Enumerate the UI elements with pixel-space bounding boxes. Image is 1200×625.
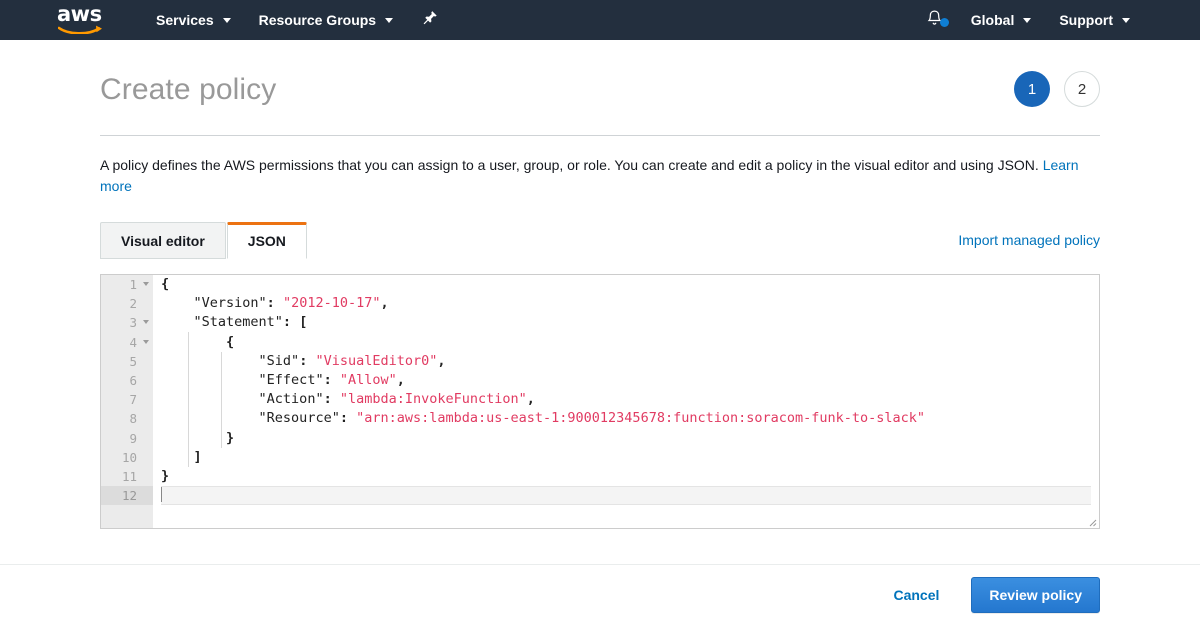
editor-code-line: ]: [161, 448, 1099, 467]
json-token: "Version": [193, 295, 267, 312]
json-token: {: [226, 333, 235, 350]
notifications-button[interactable]: [912, 9, 957, 32]
json-token: {: [161, 276, 170, 292]
json-token: :: [282, 314, 300, 331]
chevron-down-icon: [222, 17, 231, 23]
editor-line-number-gutter: 1 2 3 4 5 6 7 8 9 10 11 12: [101, 275, 153, 528]
nav-left-group: aws Services Resource Groups: [0, 0, 454, 40]
editor-code-line: {: [161, 275, 1099, 294]
policy-description-text: A policy defines the AWS permissions tha…: [100, 157, 1043, 173]
json-token: [: [299, 314, 308, 331]
top-navigation-bar: aws Services Resource Groups Global Supp…: [0, 0, 1200, 40]
json-token: :: [323, 391, 340, 408]
editor-line-number: 6: [129, 372, 137, 388]
editor-tabs-row: Visual editor JSON Import managed policy: [100, 221, 1100, 259]
json-string-value: "2012-10-17": [282, 295, 381, 312]
page-footer: Cancel Review policy: [0, 565, 1200, 625]
editor-code-line: {: [161, 333, 1099, 352]
code-fold-toggle-icon[interactable]: [143, 282, 149, 286]
pin-shortcut-button[interactable]: [407, 10, 454, 30]
editor-line-number: 4: [101, 333, 153, 352]
code-fold-toggle-icon[interactable]: [143, 320, 149, 325]
editor-code-line: "Sid": "VisualEditor0",: [161, 352, 1099, 371]
editor-code-area[interactable]: { "Version": "2012-10-17", "Statement": …: [153, 275, 1099, 528]
editor-code-line: [161, 486, 1091, 506]
code-fold-toggle-icon[interactable]: [143, 339, 149, 344]
editor-line-number: 10: [121, 449, 137, 465]
json-token: "Action": [258, 391, 324, 408]
editor-code-line: }: [161, 467, 1099, 486]
nav-item-resource-groups[interactable]: Resource Groups: [245, 0, 407, 40]
editor-line-number: 2: [129, 296, 137, 312]
policy-description: A policy defines the AWS permissions tha…: [100, 155, 1100, 197]
nav-right-group: Global Support: [912, 0, 1144, 40]
editor-line-number: 9: [129, 430, 137, 446]
json-policy-editor[interactable]: 1 2 3 4 5 6 7 8 9 10 11 12 { "Version": "2012-10-17…: [100, 274, 1100, 529]
create-policy-page: aws Services Resource Groups Global Supp…: [0, 0, 1200, 625]
json-string-value: "lambda:InvokeFunction": [339, 391, 527, 408]
json-token: "Effect": [258, 371, 324, 388]
editor-code-line: "Version": "2012-10-17",: [161, 294, 1099, 313]
cancel-button[interactable]: Cancel: [887, 586, 945, 604]
json-token: ]: [193, 448, 202, 465]
nav-item-services-label: Services: [156, 12, 214, 28]
json-token: ,: [437, 352, 446, 369]
json-string-value: "Allow": [339, 371, 397, 388]
nav-item-support[interactable]: Support: [1045, 0, 1144, 40]
json-token: :: [323, 371, 340, 388]
chevron-down-icon: [385, 17, 394, 23]
tab-visual-editor[interactable]: Visual editor: [100, 222, 226, 259]
json-string-value: "arn:aws:lambda:us-east-1:900012345678:f…: [356, 410, 926, 427]
aws-logo-smile-icon: [58, 22, 104, 34]
code-editor[interactable]: 1 2 3 4 5 6 7 8 9 10 11 12 { "Version": "2012-10-17…: [101, 275, 1099, 528]
step-indicator: 1 2: [1014, 41, 1100, 107]
nav-item-resource-groups-label: Resource Groups: [258, 12, 377, 28]
editor-code-line: "Statement": [: [161, 313, 1099, 332]
json-token: ,: [526, 391, 535, 408]
step-1-indicator[interactable]: 1: [1014, 71, 1050, 107]
page-header: Create policy 1 2: [100, 40, 1100, 108]
editor-code-line: }: [161, 429, 1099, 448]
json-token: :: [266, 295, 283, 312]
editor-code-line: "Effect": "Allow",: [161, 371, 1099, 390]
step-2-indicator[interactable]: 2: [1064, 71, 1100, 107]
header-divider: [100, 135, 1100, 136]
chevron-down-icon: [1122, 17, 1130, 23]
json-token: "Resource": [258, 410, 340, 427]
json-token: }: [226, 429, 235, 446]
editor-line-number: 3: [101, 313, 153, 332]
json-token: ,: [380, 295, 389, 312]
editor-line-number: 8: [129, 411, 137, 427]
nav-item-services[interactable]: Services: [142, 0, 245, 40]
import-managed-policy-link[interactable]: Import managed policy: [958, 232, 1100, 258]
tab-json[interactable]: JSON: [226, 222, 307, 259]
json-token: :: [339, 410, 357, 427]
json-token: ,: [396, 371, 405, 388]
editor-resize-handle[interactable]: [1087, 517, 1097, 527]
editor-code-line: "Action": "lambda:InvokeFunction",: [161, 390, 1099, 409]
page-title: Create policy: [100, 73, 277, 106]
json-string-value: "VisualEditor0": [315, 352, 438, 369]
notification-badge-dot: [939, 17, 949, 27]
nav-item-global-label: Global: [970, 12, 1015, 28]
editor-code-line: "Resource": "arn:aws:lambda:us-east-1:90…: [161, 409, 1099, 428]
aws-logo[interactable]: aws: [56, 4, 108, 35]
chevron-down-icon: [1023, 17, 1032, 23]
text-cursor: [161, 487, 162, 503]
editor-line-number: 5: [129, 353, 137, 369]
editor-line-number: 1: [101, 275, 153, 294]
editor-tabs: Visual editor JSON: [100, 221, 307, 259]
json-token: "Statement": [193, 314, 283, 331]
editor-line-number: 11: [121, 468, 137, 484]
review-policy-button[interactable]: Review policy: [971, 577, 1100, 613]
main-content: Create policy 1 2 A policy defines the A…: [0, 40, 1200, 529]
pushpin-icon: [423, 10, 438, 30]
json-token: :: [299, 352, 316, 369]
nav-item-global[interactable]: Global: [957, 0, 1046, 40]
editor-line-number: 7: [129, 392, 137, 408]
json-token: }: [161, 467, 170, 484]
json-token: "Sid": [258, 352, 300, 369]
editor-line-number: 12: [101, 486, 153, 506]
nav-item-support-label: Support: [1059, 12, 1113, 28]
